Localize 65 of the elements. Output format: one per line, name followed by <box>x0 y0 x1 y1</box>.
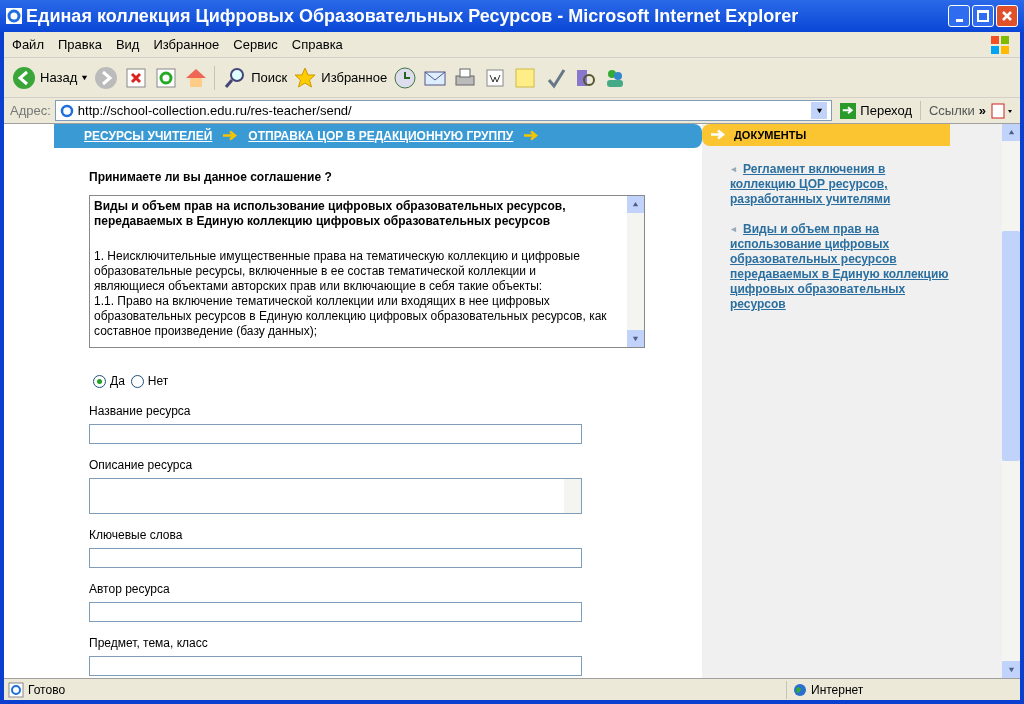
field-label: Описание ресурса <box>89 458 193 473</box>
arrow-icon <box>842 106 855 115</box>
input-field[interactable] <box>89 602 582 622</box>
input-field[interactable] <box>89 548 582 568</box>
go-button[interactable]: Переход <box>836 100 916 121</box>
input-field[interactable] <box>89 656 582 676</box>
field-label: Предмет, тема, класс <box>89 636 208 651</box>
radio-option[interactable]: Нет <box>130 372 169 390</box>
window-title: Единая коллекция Цифровых Образовательных Ресурсов - Microsoft Internet Explorer <box>26 4 799 28</box>
question-text: Принимаете ли вы данное соглашение ? <box>89 169 333 186</box>
scrollbar[interactable] <box>627 196 644 347</box>
pdf-icon[interactable] <box>990 102 1014 119</box>
minimize-button[interactable] <box>948 5 970 27</box>
globe-icon <box>793 682 807 697</box>
arrow-icon <box>710 129 726 141</box>
bullet-icon <box>730 226 737 233</box>
document-link[interactable]: Виды и объем прав на использование цифровых образовательных ресурсов передаваемых в Единую коллекцию цифровых образовательных ресурсов <box>730 222 1002 312</box>
maximize-button[interactable] <box>972 5 994 27</box>
agreement-textbox[interactable] <box>89 195 645 348</box>
menu-item[interactable]: Правка <box>57 34 102 55</box>
status-text: Готово <box>28 681 66 699</box>
bullet-icon <box>730 166 737 173</box>
menu-item[interactable]: Справка <box>291 34 343 55</box>
zone-text: Интернет <box>811 681 864 699</box>
links-label[interactable]: Ссылки <box>920 100 975 121</box>
menu-item[interactable]: Сервис <box>233 34 278 55</box>
forward-icon[interactable] <box>94 65 119 90</box>
address-label: Адрес: <box>10 101 51 120</box>
arrow-icon <box>632 335 639 342</box>
field-label: Ключевые слова <box>89 528 183 543</box>
arrow-icon <box>222 130 239 142</box>
back-button[interactable]: Назад <box>12 65 89 90</box>
windows-logo-icon <box>990 35 1010 55</box>
close-icon <box>1001 10 1013 22</box>
search-button[interactable]: Поиск <box>214 65 288 90</box>
chevron-label[interactable]: » <box>978 100 986 121</box>
page-scrollbar[interactable] <box>1002 124 1020 678</box>
dropdown-button[interactable] <box>811 102 828 119</box>
favorites-button[interactable]: Избранное <box>293 65 388 90</box>
field-label: Название ресурса <box>89 404 191 419</box>
close-button[interactable] <box>996 5 1018 27</box>
caret-icon <box>81 74 89 81</box>
menu-item[interactable]: Вид <box>115 34 140 55</box>
menu-item[interactable]: Файл <box>12 34 44 55</box>
arrow-icon <box>1007 129 1015 136</box>
arrow-icon <box>632 201 639 208</box>
page-icon <box>8 681 24 698</box>
agreement-text: 1. Неисключительные имущественные права на тематическую коллекцию и цифровые образовательные ресурсы, включенные в ее состав тематической коллекции и являющиеся объектами авторских прав или включающие в себя такие объекты: 1.1. Право на включение тематической коллекции или входящих в нее цифровых образовательных ресурсов в Единую коллекцию цифровых образовательных ресурсов, как составное произведение (базу данных); <box>94 249 608 339</box>
radio-option[interactable]: Да <box>93 372 125 390</box>
stop-icon[interactable] <box>124 65 149 90</box>
agreement-title: Виды и объем прав на использование цифровых образовательных ресурсов, передаваемых в Единую коллекцию цифровых образовательных ресурсов <box>94 199 567 229</box>
field-label: Автор ресурса <box>89 582 170 597</box>
back-icon <box>12 65 36 90</box>
star-icon <box>293 65 318 90</box>
history-icon[interactable] <box>393 65 418 90</box>
text-area[interactable] <box>89 478 582 514</box>
address-field[interactable]: http://school-collection.edu.ru/res-teacher/send/ <box>54 100 833 121</box>
sidebar-title: ДОКУМЕНТЫ <box>734 127 807 143</box>
caret-icon <box>815 107 823 114</box>
input-field[interactable] <box>89 424 582 444</box>
page-icon <box>59 103 74 118</box>
menu-item[interactable]: Избранное <box>153 34 220 55</box>
document-link[interactable]: Регламент включения в коллекцию ЦОР ресурсов, разработанных учителями <box>730 162 1002 207</box>
arrow-icon <box>523 130 540 142</box>
arrow-icon <box>1007 666 1015 673</box>
